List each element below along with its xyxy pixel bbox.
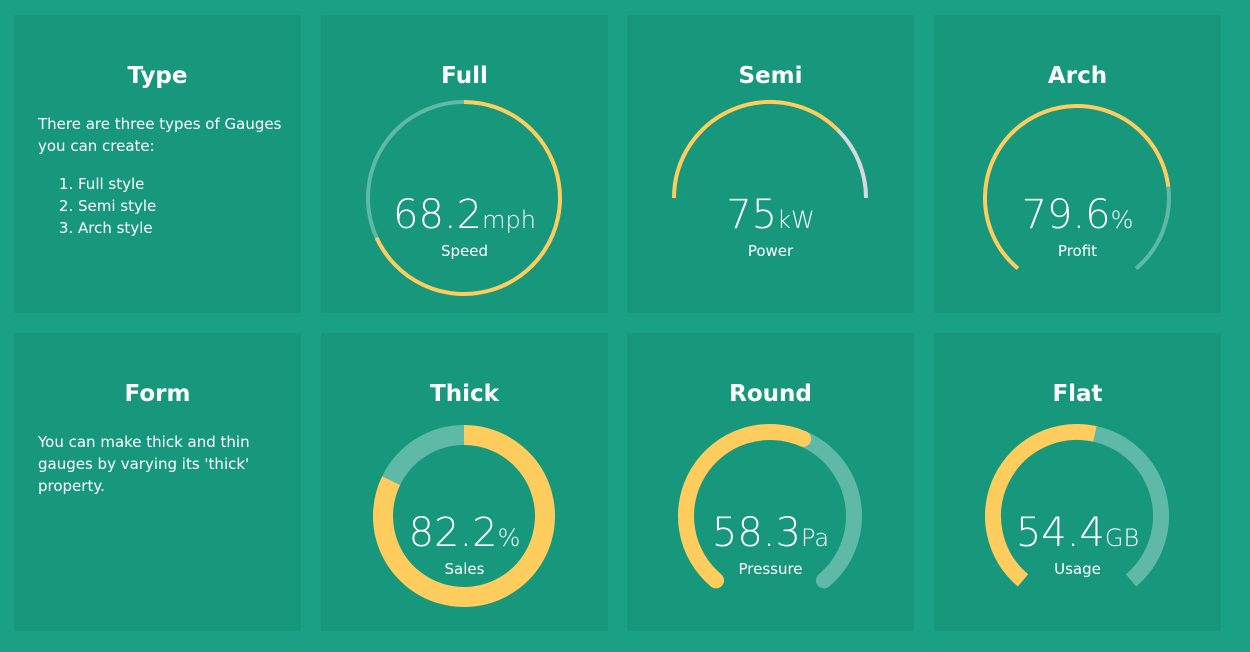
gauge-value: 82.2 [408, 510, 498, 556]
gauge-track [382, 425, 465, 486]
gauge-card-flat: Flat 54.4GB Usage [934, 333, 1221, 631]
gauge-value-display: 79.6% [934, 191, 1221, 244]
gauge-unit: % [497, 524, 521, 552]
gauge-value-display: 75kW [627, 191, 914, 244]
gauge-label: Usage [1054, 560, 1101, 578]
gauge-thick [373, 425, 555, 607]
gauge-track [836, 128, 868, 199]
type-card-text: There are three types of Gauges you can … [38, 113, 283, 239]
gauge-value: 79.6 [1021, 192, 1111, 238]
form-card: Form You can make thick and thin gauges … [14, 333, 301, 631]
type-card: Type There are three types of Gauges you… [14, 15, 301, 313]
gauge-card-thick: Thick 82.2% Sales [321, 333, 608, 631]
gauge-flat [985, 424, 1169, 587]
gauge-value: 68.2 [393, 192, 483, 238]
gauge-value-display: 54.4GB [934, 509, 1221, 562]
type-card-intro: There are three types of Gauges you can … [38, 115, 282, 155]
gauge-unit: % [1110, 206, 1134, 234]
gauge-type-list: Full style Semi style Arch style [38, 173, 283, 239]
gauge-arch [983, 104, 1171, 271]
gauge-card-semi: Semi 75kW Power [627, 15, 914, 313]
gauge-unit: Pa [800, 524, 830, 552]
gauge-card-full: Full 68.2mph Speed [321, 15, 608, 313]
type-card-title: Type [127, 63, 188, 89]
gauge-unit: mph [482, 206, 536, 234]
gauge-value-display: 68.2mph [321, 191, 608, 244]
gauge-label: Power [747, 242, 794, 260]
form-card-text: You can make thick and thin gauges by va… [38, 433, 250, 495]
gauge-value: 58.3 [711, 510, 801, 556]
gauge-label: Speed [440, 242, 489, 260]
gauge-value-display: 58.3Pa [627, 509, 914, 562]
gauge-label: Profit [1057, 242, 1098, 260]
gauge-round [678, 424, 862, 589]
gauge-card-arch: Arch 79.6% Profit [934, 15, 1221, 313]
gauge-value: 54.4 [1015, 510, 1105, 556]
form-card-title: Form [124, 381, 191, 407]
list-item: Full style [78, 173, 283, 195]
list-item: Semi style [78, 195, 283, 217]
gauge-label: Pressure [738, 560, 803, 578]
gauge-label: Sales [444, 560, 485, 578]
gauge-value-display: 82.2% [321, 509, 608, 562]
gauge-fill [672, 100, 840, 199]
gauge-full [366, 100, 562, 296]
gauge-dashboard: Type There are three types of Gauges you… [0, 0, 1250, 652]
gauge-card-round: Round 58.3Pa Pressure [627, 333, 914, 631]
gauge-value: 75 [726, 192, 778, 238]
gauge-unit: kW [777, 206, 815, 234]
list-item: Arch style [78, 217, 283, 239]
gauge-semi [672, 100, 868, 199]
gauge-unit: GB [1104, 524, 1140, 552]
